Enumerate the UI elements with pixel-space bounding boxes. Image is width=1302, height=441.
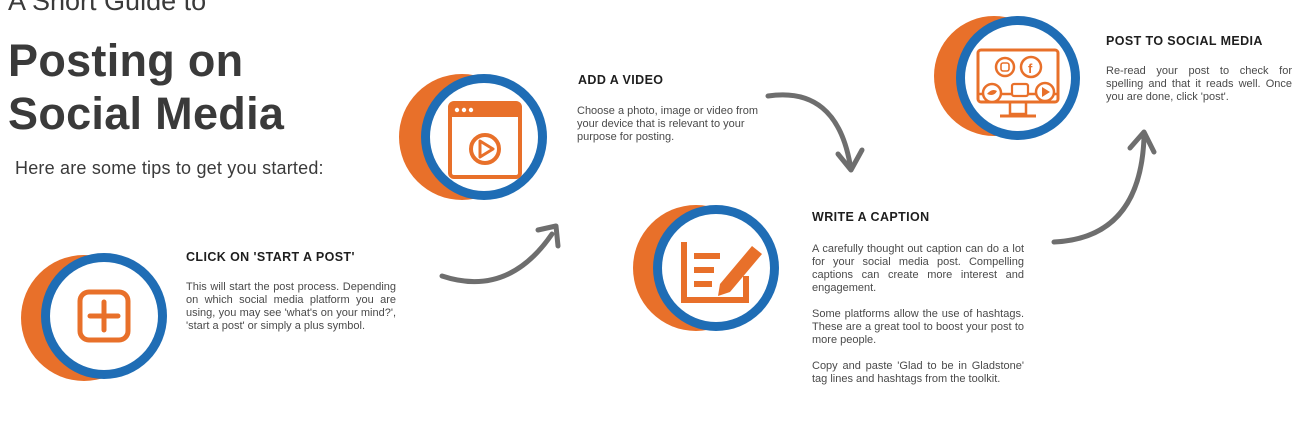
step3-paragraph-3: Copy and paste 'Glad to be in Gladstone'… (812, 360, 1024, 385)
guide-title-line1: Posting on (8, 35, 244, 86)
step2-heading: ADD A VIDEO (578, 73, 664, 87)
step2-badge (398, 55, 558, 215)
step1-text: This will start the post process. Depend… (186, 281, 396, 346)
step3-text: A carefully thought out caption can do a… (812, 243, 1024, 399)
step2-paragraph: Choose a photo, image or video from your… (577, 105, 758, 143)
step1-paragraph: This will start the post process. Depend… (186, 281, 396, 332)
svg-text:f: f (1028, 61, 1033, 76)
step1-badge (14, 238, 174, 398)
guide-title: Posting on Social Media (8, 34, 284, 140)
step4-heading: POST TO SOCIAL MEDIA (1106, 34, 1263, 48)
plus-icon (21, 253, 167, 381)
edit-document-icon (633, 205, 779, 331)
step3-badge (628, 190, 788, 350)
step3-paragraph-1: A carefully thought out caption can do a… (812, 243, 1024, 294)
guide-subtitle: A Short Guide to (8, 0, 207, 16)
step3-heading: WRITE A CAPTION (812, 210, 930, 224)
arrow-step3-to-step4 (1051, 129, 1157, 245)
step3-paragraph-2: Some platforms allow the use of hashtags… (812, 308, 1024, 346)
step2-text: Choose a photo, image or video from your… (577, 105, 767, 157)
arrow-step1-to-step2 (439, 223, 561, 285)
video-window-icon (399, 74, 547, 200)
step4-text: Re-read your post to check for spelling … (1106, 65, 1292, 117)
arrow-step2-to-step3 (765, 92, 865, 173)
guide-title-line2: Social Media (8, 88, 285, 139)
step4-paragraph: Re-read your post to check for spelling … (1106, 65, 1292, 103)
guide-intro: Here are some tips to get you started: (15, 158, 324, 178)
step1-heading: CLICK ON 'START A POST' (186, 250, 355, 264)
